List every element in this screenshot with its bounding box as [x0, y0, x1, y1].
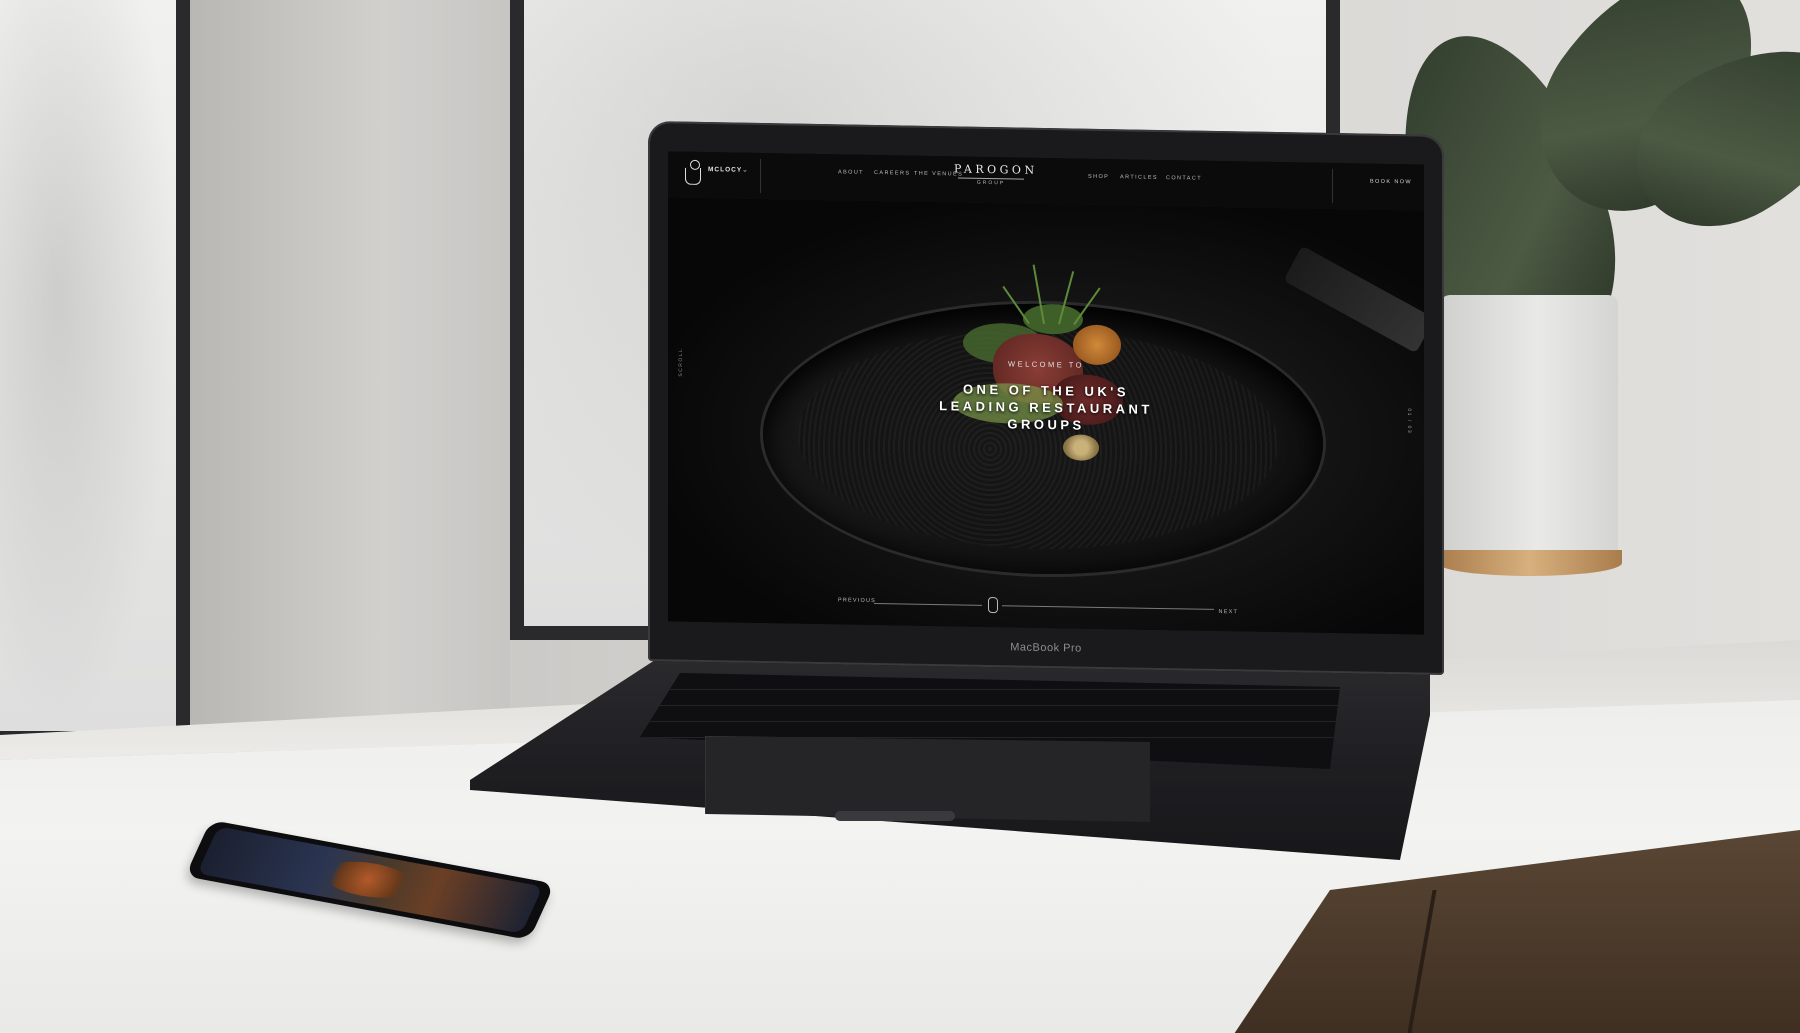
window-jamb	[190, 0, 510, 760]
chef-logo-icon[interactable]	[682, 160, 704, 186]
slider-track	[874, 602, 982, 606]
slider-controls: PREVIOUS NEXT	[838, 594, 1238, 617]
nav-link-about[interactable]: ABOUT	[838, 169, 864, 175]
laptop-brand-label: MacBook Pro	[1010, 641, 1082, 655]
brand-name: PAROGON	[954, 162, 1038, 177]
brand-subtitle: GROUP	[976, 179, 1006, 187]
nav-link-shop[interactable]: SHOP	[1088, 174, 1109, 180]
plant-pot	[1440, 295, 1618, 570]
venue-selector[interactable]: MCLOCY	[708, 166, 742, 174]
next-slide-button[interactable]: NEXT	[1219, 609, 1238, 615]
window-left	[0, 0, 190, 745]
slider-track	[1002, 605, 1214, 610]
slider-scroll-icon[interactable]	[988, 596, 998, 614]
nav-link-contact[interactable]: CONTACT	[1166, 175, 1202, 182]
previous-slide-button[interactable]: PREVIOUS	[838, 597, 876, 604]
nav-divider	[760, 159, 761, 194]
book-now-button[interactable]: BOOK NOW	[1370, 179, 1412, 186]
laptop-notch	[835, 811, 955, 821]
phone-food-image	[316, 855, 420, 904]
chevron-down-icon[interactable]: ⌄	[742, 166, 748, 174]
nav-divider	[1332, 168, 1333, 204]
nav-link-careers[interactable]: CAREERS	[874, 170, 910, 177]
food-image	[923, 262, 1183, 487]
hero-section: SCROLL 01 / 03 WELCOME TO ONE OF THE UK'…	[668, 197, 1424, 635]
plant-pot-rim	[1438, 550, 1622, 576]
nav-link-articles[interactable]: ARTICLES	[1120, 174, 1158, 181]
photo-scene: MCLOCY ⌄ ABOUT CAREERS THE VENUES PAROGO…	[0, 0, 1800, 1033]
laptop-lid: MCLOCY ⌄ ABOUT CAREERS THE VENUES PAROGO…	[648, 121, 1444, 675]
site-brand-logo[interactable]: PAROGON GROUP	[954, 162, 1038, 187]
fork-image	[1283, 245, 1424, 354]
laptop-screen: MCLOCY ⌄ ABOUT CAREERS THE VENUES PAROGO…	[668, 151, 1424, 635]
